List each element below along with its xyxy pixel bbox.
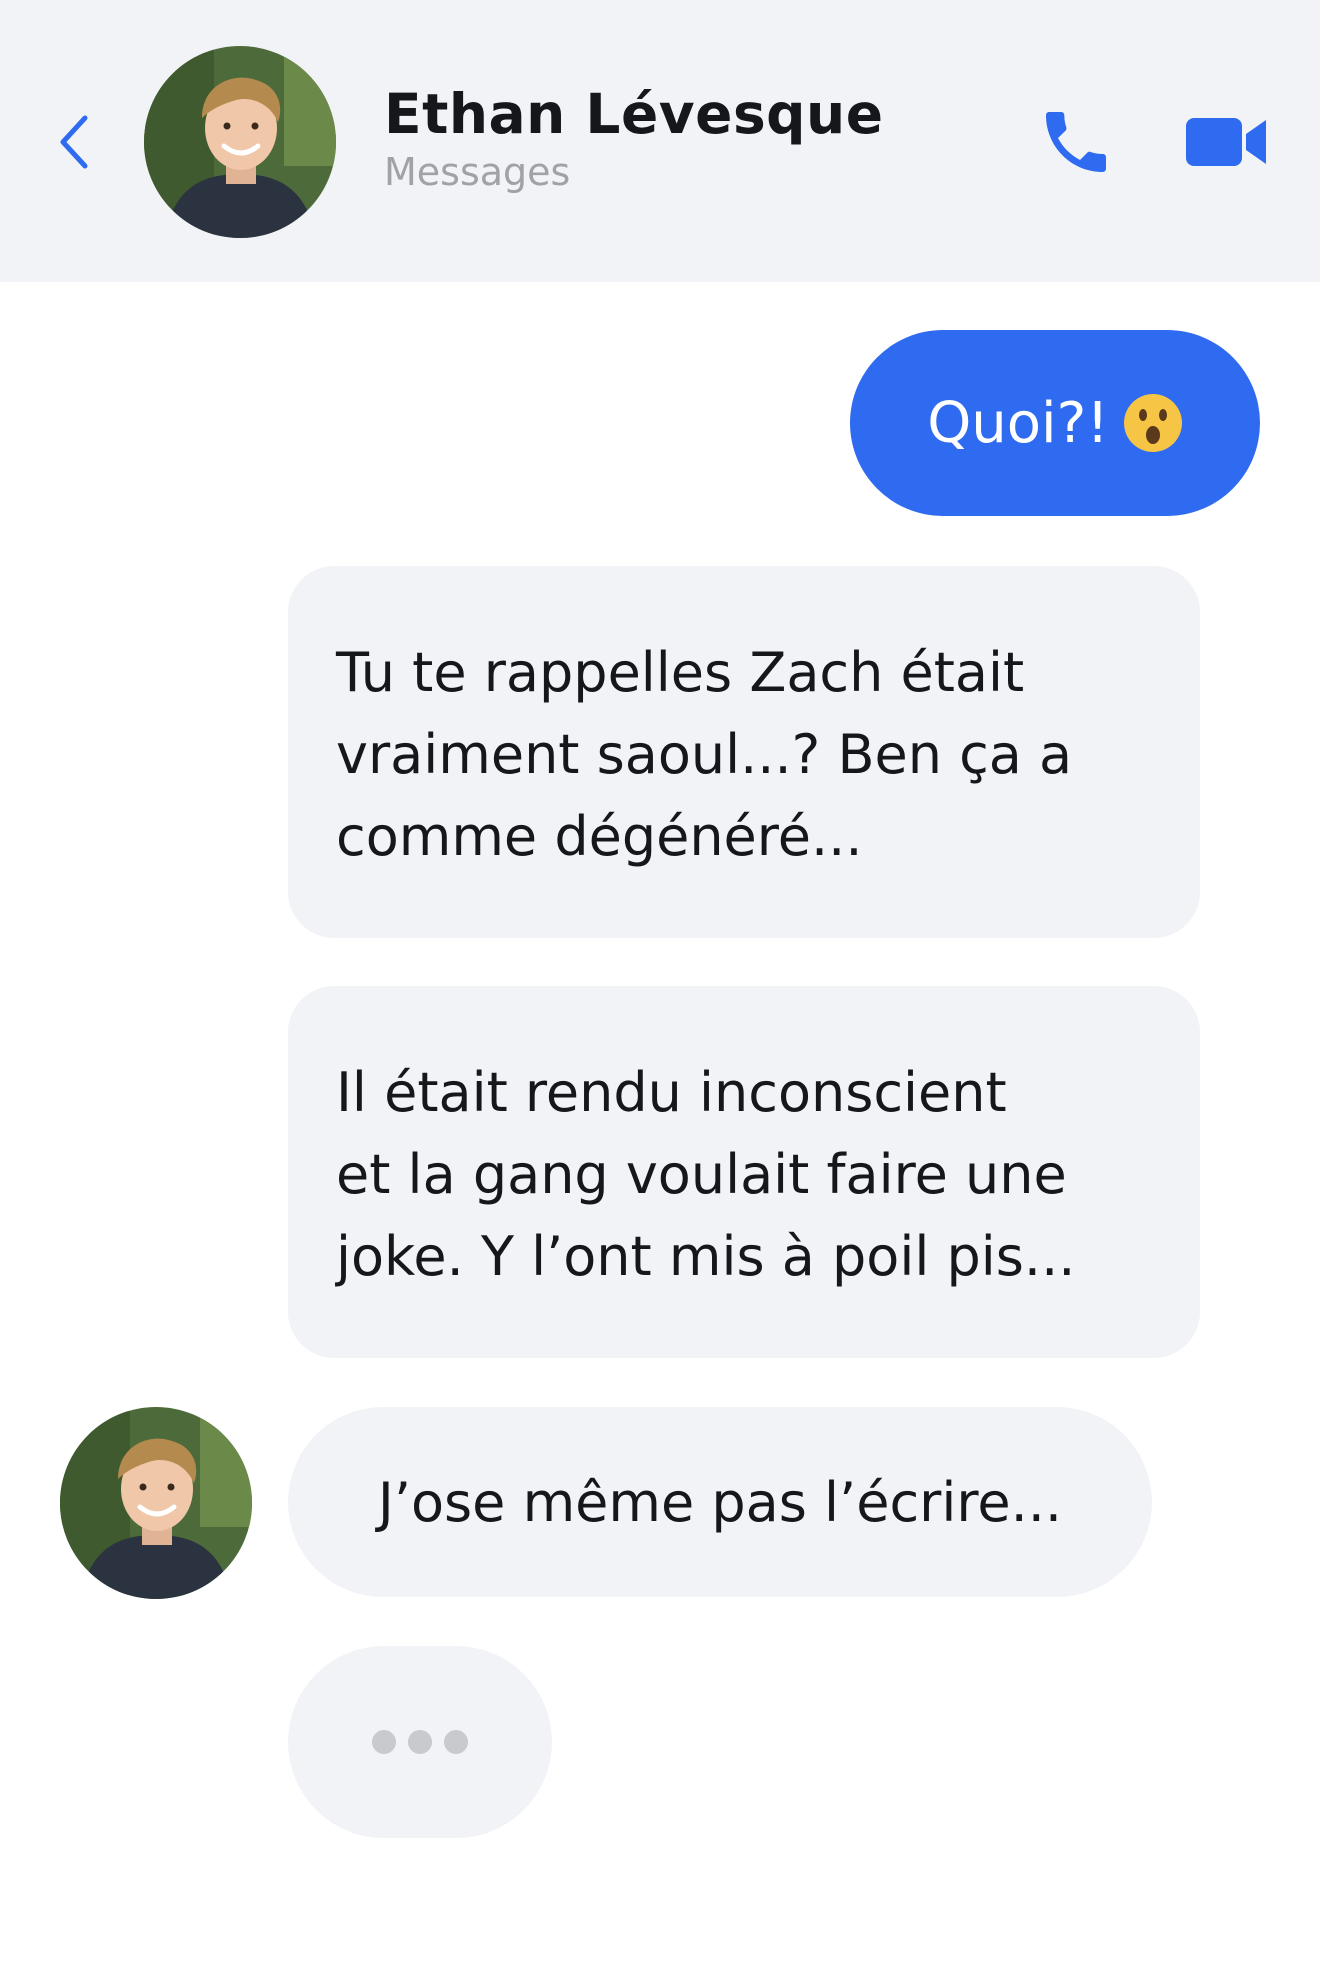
avatar-photo bbox=[60, 1407, 252, 1599]
astonished-face-icon bbox=[1123, 393, 1183, 453]
typing-dot bbox=[372, 1730, 396, 1754]
message-bubble-incoming[interactable]: J’ose même pas l’écrire... bbox=[288, 1407, 1152, 1597]
message-text: Quoi?! bbox=[927, 390, 1109, 456]
call-button[interactable] bbox=[1036, 100, 1116, 184]
contact-avatar[interactable] bbox=[144, 46, 336, 238]
message-bubble-incoming[interactable]: Tu te rappelles Zach était vraiment saou… bbox=[288, 566, 1200, 938]
typing-dot bbox=[444, 1730, 468, 1754]
video-camera-icon bbox=[1186, 118, 1266, 166]
chat-header: Ethan Lévesque Messages bbox=[0, 0, 1320, 282]
typing-indicator bbox=[288, 1646, 552, 1838]
phone-icon bbox=[1046, 112, 1106, 172]
message-line: comme dégénéré... bbox=[336, 805, 863, 868]
message-text: J’ose même pas l’écrire... bbox=[377, 1470, 1063, 1534]
message-line: Il était rendu inconscient bbox=[336, 1061, 1007, 1124]
message-line: Tu te rappelles Zach était bbox=[336, 641, 1025, 704]
contact-name: Ethan Lévesque bbox=[384, 82, 884, 146]
sender-avatar[interactable] bbox=[60, 1407, 252, 1599]
message-bubble-outgoing[interactable]: Quoi?! bbox=[850, 330, 1260, 516]
message-line: vraiment saoul...? Ben ça a bbox=[336, 723, 1073, 786]
back-button[interactable] bbox=[50, 108, 96, 176]
message-line: et la gang voulait faire une bbox=[336, 1143, 1067, 1206]
message-line: joke. Y l’ont mis à poil pis... bbox=[336, 1225, 1076, 1288]
video-call-button[interactable] bbox=[1184, 112, 1268, 172]
avatar-photo bbox=[144, 46, 336, 238]
message-bubble-incoming[interactable]: Il était rendu inconscient et la gang vo… bbox=[288, 986, 1200, 1358]
chevron-left-icon bbox=[60, 115, 88, 169]
header-subtitle: Messages bbox=[384, 150, 571, 194]
typing-dot bbox=[408, 1730, 432, 1754]
